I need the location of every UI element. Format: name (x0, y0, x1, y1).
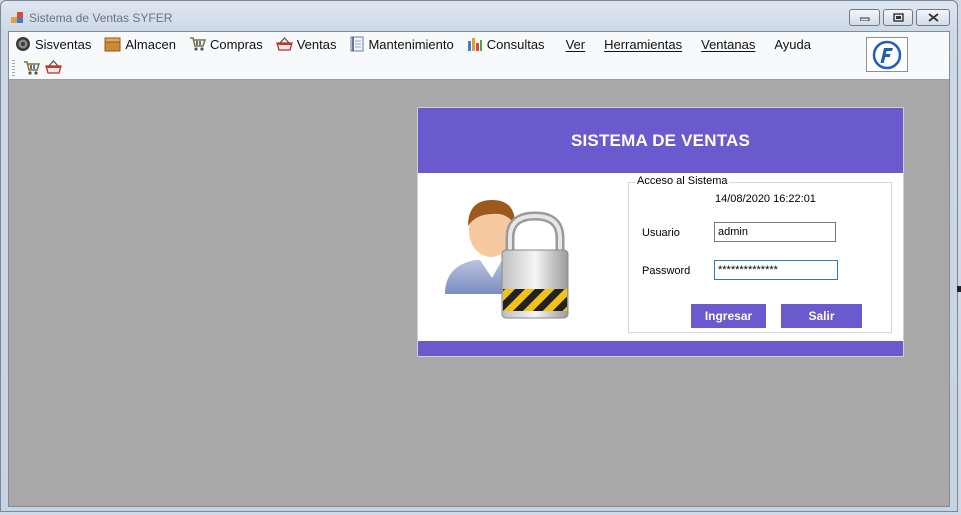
ingresar-button[interactable]: Ingresar (691, 304, 766, 328)
close-icon (927, 13, 939, 22)
minimize-icon (859, 17, 869, 21)
title-bar[interactable]: Sistema de Ventas SYFER (1, 1, 957, 31)
mdi-client: Sisventas Almacen Compras Ventas Manteni… (8, 31, 950, 507)
menu-ver[interactable]: Ver (552, 33, 593, 55)
salir-button[interactable]: Salir (781, 304, 862, 328)
cart-icon (23, 60, 40, 75)
login-groupbox: Acceso al Sistema 14/08/2020 16:22:01 Us… (628, 175, 892, 333)
notebook-icon (350, 36, 364, 52)
close-button[interactable] (916, 9, 950, 26)
company-logo (866, 37, 908, 72)
group-title: Acceso al Sistema (635, 175, 730, 187)
app-icon (11, 12, 23, 23)
box-icon (104, 37, 121, 51)
menu-label: Sisventas (35, 36, 92, 52)
menu-label: Ayuda (774, 36, 811, 52)
menu-ayuda[interactable]: Ayuda (762, 33, 818, 55)
app-window: Sistema de Ventas SYFER Sisventas Almace… (0, 0, 958, 512)
basket-icon (44, 60, 62, 74)
window-title: Sistema de Ventas SYFER (29, 11, 173, 25)
toolbar-grip[interactable] (12, 59, 15, 76)
resize-handle[interactable] (957, 286, 961, 292)
toolbar-ventas-button[interactable] (42, 58, 64, 78)
usuario-label: Usuario (642, 227, 680, 239)
menu-label: Mantenimiento (368, 36, 454, 52)
tool-bar (9, 56, 949, 80)
menu-ventanas[interactable]: Ventanas (689, 33, 762, 55)
maximize-button[interactable] (883, 9, 913, 26)
menu-mantenimiento[interactable]: Mantenimiento (343, 33, 460, 55)
restore-icon (892, 13, 904, 22)
logo-f-icon (872, 40, 902, 69)
mdi-workspace: SISTEMA DE VENTAS Acceso al Sistema 14/0… (9, 80, 949, 506)
menu-sisventas[interactable]: Sisventas (9, 33, 98, 55)
user-lock-icon (445, 200, 569, 319)
menu-label: Consultas (486, 36, 545, 52)
bar-chart-icon (467, 38, 482, 51)
minimize-button[interactable] (849, 9, 880, 26)
password-label: Password (642, 265, 691, 277)
menu-label: Ver (565, 36, 586, 52)
menu-herramientas[interactable]: Herramientas (592, 33, 689, 55)
menu-almacen[interactable]: Almacen (98, 33, 183, 55)
menu-compras[interactable]: Compras (183, 33, 270, 55)
basket-icon (275, 36, 293, 51)
toolbar-compras-button[interactable] (20, 58, 42, 78)
menu-ventas[interactable]: Ventas (270, 33, 344, 55)
gear-icon (16, 37, 30, 51)
menu-label: Herramientas (604, 36, 683, 52)
login-footer (418, 341, 903, 356)
cart-icon (189, 37, 206, 51)
menu-label: Ventanas (701, 36, 756, 52)
menu-consultas[interactable]: Consultas (461, 33, 552, 55)
menu-label: Almacen (125, 36, 176, 52)
datetime-label: 14/08/2020 16:22:01 (715, 193, 816, 205)
menu-label: Ventas (296, 36, 337, 52)
password-input[interactable] (714, 260, 838, 280)
menu-bar: Sisventas Almacen Compras Ventas Manteni… (9, 32, 949, 56)
login-form: SISTEMA DE VENTAS Acceso al Sistema 14/0… (417, 107, 904, 357)
login-header: SISTEMA DE VENTAS (418, 108, 903, 173)
menu-label: Compras (209, 36, 263, 52)
login-title: SISTEMA DE VENTAS (570, 130, 751, 150)
usuario-input[interactable] (714, 222, 836, 242)
